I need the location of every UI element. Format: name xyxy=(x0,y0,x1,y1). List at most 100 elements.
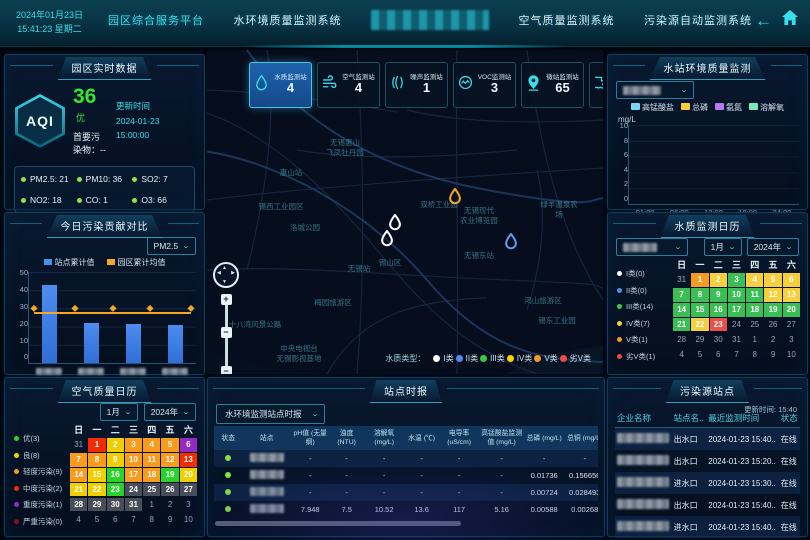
chevron-down-icon: ⌄ xyxy=(310,410,318,418)
value-cell: - xyxy=(404,467,438,484)
pollution-sources-table: 企业名称站点名..最近监测时间状态 出水口2024-01-23 15:40..在… xyxy=(615,409,800,538)
calendar-legend-item: 优(3) xyxy=(14,433,70,444)
calendar-day: 8 xyxy=(746,348,763,362)
filter-count: 65 xyxy=(555,81,569,96)
map-filter-button-4[interactable]: VOC监测站 3 xyxy=(453,62,516,108)
time-text: 15:41:23 xyxy=(17,24,52,34)
year-select[interactable]: 2024年⌄ xyxy=(144,403,196,421)
calendar-day: 16 xyxy=(107,468,124,482)
zoom-in-button[interactable]: + xyxy=(221,294,232,305)
redacted-company-name xyxy=(617,477,669,487)
pollutant-metric: PM10: 36 xyxy=(77,174,133,184)
pollutant-metric: CO: 1 xyxy=(77,195,133,205)
table-row: 出水口2024-01-23 15:40..在线 xyxy=(615,428,800,451)
panel-title: 空气质量日历 xyxy=(58,380,152,403)
horizontal-scrollbar[interactable] xyxy=(215,521,461,526)
pan-down-icon[interactable]: ▼ xyxy=(222,279,227,285)
station-marker[interactable] xyxy=(448,188,463,210)
chevron-down-icon: ⌄ xyxy=(182,408,190,416)
calendar-day: 4 xyxy=(70,513,87,527)
pan-right-icon[interactable]: ▶ xyxy=(231,270,235,276)
station-select[interactable]: ⌄ xyxy=(616,81,694,99)
legend-item: 站点累计值 xyxy=(44,257,95,268)
map-canvas[interactable]: 水质监测站 4 空气监测站 4 噪声监测站 1 VOC监测站 3 微站监测站 6… xyxy=(207,50,603,374)
table-row: ------0.007240.028493-- xyxy=(214,484,598,501)
map-pan-control[interactable]: ▲ ▼ ◀ ▶ xyxy=(213,262,239,288)
station-marker[interactable] xyxy=(380,230,395,252)
legend-item: 高锰酸盐 xyxy=(631,102,674,113)
legend-dot-icon xyxy=(14,469,19,474)
value-cell: - xyxy=(524,450,565,467)
legend-dot-icon xyxy=(617,304,622,309)
map-filter-button-5[interactable]: 微站监测站 65 xyxy=(521,62,584,108)
home-icon[interactable] xyxy=(782,10,798,30)
map-place-label: 无锡站 xyxy=(348,264,371,274)
calendar-day: 30 xyxy=(710,333,727,347)
value-cell: 0.028493 xyxy=(564,484,598,501)
calendar-day: 9 xyxy=(710,288,727,302)
legend-item: 园区累计均值 xyxy=(107,257,166,268)
month-select[interactable]: 1月⌄ xyxy=(100,403,138,421)
pollutant-select[interactable]: PM2.5⌄ xyxy=(147,237,196,255)
value-cell: - xyxy=(364,484,405,501)
value-cell: - xyxy=(329,450,363,467)
report-column-header: 电导率 (uS/cm) xyxy=(439,426,480,450)
back-icon[interactable]: ← xyxy=(755,12,772,29)
calendar-day: 28 xyxy=(70,498,87,512)
chevron-down-icon: ⌄ xyxy=(674,243,682,251)
station-select[interactable]: ⌄ xyxy=(616,238,688,256)
pan-up-icon[interactable]: ▲ xyxy=(222,265,227,271)
calendar-day: 1 xyxy=(143,498,160,512)
redacted-station-name xyxy=(250,487,284,496)
value-cell: 5.16 xyxy=(479,501,524,518)
calendar-day: 9 xyxy=(107,453,124,467)
nav-park-platform[interactable]: 园区综合服务平台 xyxy=(108,12,204,28)
pollutant-metric: SO2: 7 xyxy=(132,174,188,184)
calendar-weekday: 六 xyxy=(783,258,800,272)
legend-dot-icon xyxy=(507,355,514,362)
calendar-day: 29 xyxy=(88,498,105,512)
calendar-day: 24 xyxy=(125,483,142,497)
year-select[interactable]: 2024年⌄ xyxy=(747,238,799,256)
value-cell: 0.00268 xyxy=(564,501,598,518)
nav-water-system[interactable]: 水环境质量监测系统 xyxy=(234,12,342,28)
site-cell: 出水口 xyxy=(672,494,707,516)
calendar-day: 2 xyxy=(710,273,727,287)
date-text: 2024年01月23日 xyxy=(16,8,83,22)
station-report-table: 状态站点pH值 (无量纲)浊度 (NTU)溶解氧 (mg/L)水温 (℃)电导率… xyxy=(214,426,598,518)
panel-title: 水质监测日历 xyxy=(661,215,755,238)
water-drop-icon xyxy=(253,74,270,96)
report-type-select[interactable]: 水环境监测站点时报 ⌄ xyxy=(216,404,325,424)
calendar-day: 15 xyxy=(691,303,708,317)
water-type-legend-item: I类 xyxy=(433,354,453,363)
contribution-legend: 站点累计值 园区累计均值 xyxy=(5,257,204,268)
map-filter-button-3[interactable]: 噪声监测站 1 xyxy=(385,62,448,108)
map-filter-button-1[interactable]: 水质监测站 4 xyxy=(249,62,312,108)
calendar-day: 13 xyxy=(783,288,800,302)
map-filter-button-2[interactable]: 空气监测站 4 xyxy=(317,62,380,108)
calendar-day: 5 xyxy=(88,513,105,527)
calendar-day: 3 xyxy=(180,498,197,512)
time-cell: 2024-01-23 15:40.. xyxy=(706,494,778,516)
zoom-out-button[interactable]: − xyxy=(221,366,232,374)
map-filter-button-6[interactable]: 污染源监测 6 xyxy=(589,62,603,108)
map-controls: ▲ ▼ ◀ ▶ + − − xyxy=(213,262,239,374)
company-cell xyxy=(615,472,672,494)
average-line-point xyxy=(147,305,154,312)
calendar-day: 6 xyxy=(710,348,727,362)
station-marker[interactable] xyxy=(504,233,519,255)
calendar-day: 31 xyxy=(673,273,690,287)
nav-pollution-system[interactable]: 污染源自动监测系统 xyxy=(644,12,752,28)
zoom-slider-handle[interactable]: − xyxy=(221,327,232,338)
pan-left-icon[interactable]: ◀ xyxy=(217,270,221,276)
month-select[interactable]: 1月⌄ xyxy=(704,238,742,256)
value-cell: - xyxy=(479,467,524,484)
water-type-legend-item: 劣V类 xyxy=(560,354,591,363)
calendar-day: 24 xyxy=(728,318,745,332)
time-cell: 2024-01-23 15:20.. xyxy=(706,450,778,472)
calendar-day: 12 xyxy=(161,453,178,467)
nav-air-system[interactable]: 空气质量监测系统 xyxy=(519,12,615,28)
calendar-weekday: 三 xyxy=(728,258,745,272)
value-cell: 0.00588 xyxy=(524,501,565,518)
value-cell: - xyxy=(329,484,363,501)
